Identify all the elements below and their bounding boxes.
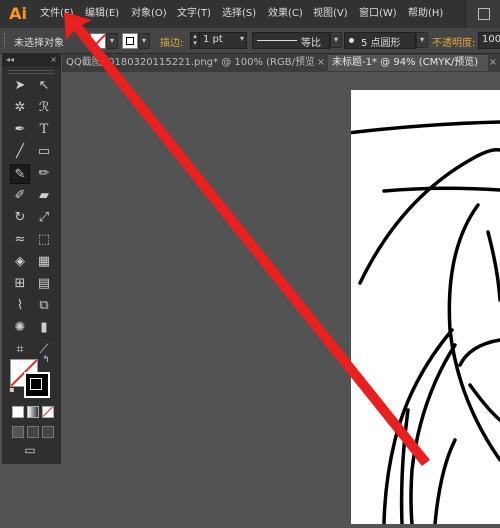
red-arrow-icon	[64, 12, 430, 466]
annotation-arrow	[64, 12, 430, 466]
